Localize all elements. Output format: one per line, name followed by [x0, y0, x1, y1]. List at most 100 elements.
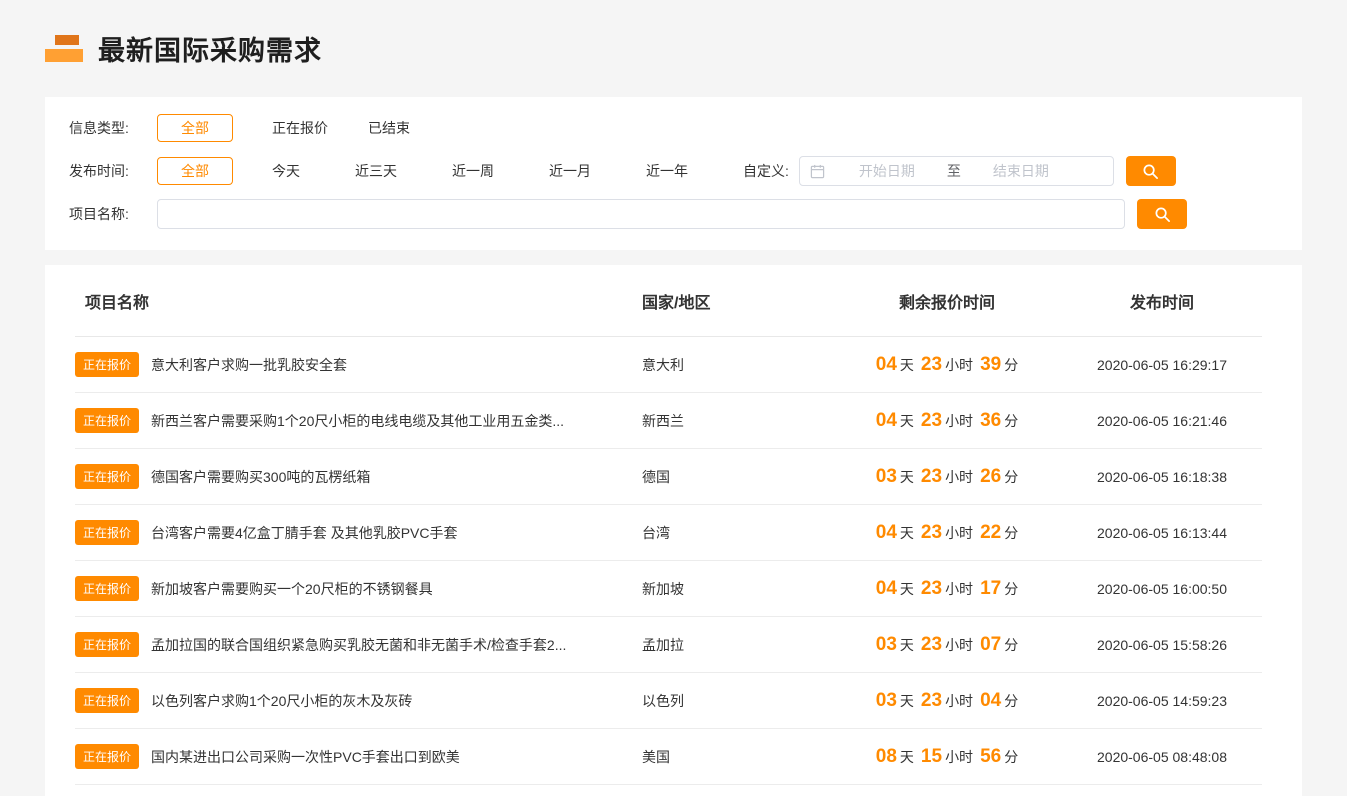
filter-panel: 信息类型: 全部 正在报价 已结束 发布时间: 全部 今天 近三天 近一周 近一…	[45, 97, 1302, 250]
publish-time-option-today[interactable]: 今天	[272, 161, 300, 181]
time-hours: 23	[921, 410, 942, 431]
row-country: 意大利	[642, 355, 832, 375]
row-country: 美国	[642, 747, 832, 767]
row-title[interactable]: 台湾客户需要4亿盒丁腈手套 及其他乳胶PVC手套	[151, 523, 457, 543]
table-row[interactable]: 正在报价 德国客户需要购买300吨的瓦楞纸箱 德国 03天23小时26分 202…	[75, 449, 1262, 505]
row-title[interactable]: 新加坡客户需要购买一个20尺柜的不锈钢餐具	[151, 579, 433, 599]
row-title[interactable]: 新西兰客户需要采购1个20尺小柜的电线电缆及其他工业用五金类...	[151, 411, 564, 431]
time-minutes: 07	[980, 634, 1001, 655]
info-type-label: 信息类型:	[69, 118, 157, 138]
status-badge: 正在报价	[75, 744, 139, 769]
time-minutes: 22	[980, 522, 1001, 543]
publish-time-option-year[interactable]: 近一年	[646, 161, 688, 181]
time-hours-unit: 小时	[945, 581, 973, 597]
column-header-remaining-time: 剩余报价时间	[832, 289, 1062, 313]
row-title[interactable]: 国内某进出口公司采购一次性PVC手套出口到欧美	[151, 747, 460, 767]
row-published: 2020-06-05 15:58:26	[1062, 637, 1262, 653]
row-title[interactable]: 以色列客户求购1个20尺小柜的灰木及灰砖	[151, 691, 412, 711]
time-minutes: 26	[980, 466, 1001, 487]
publish-time-option-all[interactable]: 全部	[157, 157, 233, 185]
table-row[interactable]: 正在报价 新西兰客户需要采购1个20尺小柜的电线电缆及其他工业用五金类... 新…	[75, 393, 1262, 449]
row-published: 2020-06-05 14:59:23	[1062, 693, 1262, 709]
row-remaining-time: 04天23小时17分	[832, 578, 1062, 600]
row-title[interactable]: 孟加拉国的联合国组织紧急购买乳胶无菌和非无菌手术/检查手套2...	[151, 635, 566, 655]
time-hours: 23	[921, 354, 942, 375]
time-minutes-unit: 分	[1004, 637, 1018, 653]
time-minutes-unit: 分	[1004, 693, 1018, 709]
row-title[interactable]: 德国客户需要购买300吨的瓦楞纸箱	[151, 467, 370, 487]
date-range-to-label: 至	[943, 161, 965, 181]
end-date-input[interactable]	[965, 162, 1077, 180]
publish-time-option-week[interactable]: 近一周	[452, 161, 494, 181]
time-days-unit: 天	[900, 749, 914, 765]
row-country: 新西兰	[642, 411, 832, 431]
column-header-project: 项目名称	[75, 289, 642, 313]
table-row[interactable]: 正在报价 台湾客户需要4亿盒丁腈手套 及其他乳胶PVC手套 台湾 04天 23小时…	[75, 505, 1262, 561]
time-days: 04	[876, 578, 897, 599]
time-days: 03	[876, 466, 897, 487]
time-minutes-unit: 分	[1004, 525, 1018, 541]
project-name-search-button[interactable]	[1137, 199, 1187, 229]
row-country: 台湾	[642, 523, 832, 543]
time-hours-unit: 小时	[945, 469, 973, 485]
publish-time-option-3days[interactable]: 近三天	[355, 161, 397, 181]
start-date-input[interactable]	[831, 162, 943, 180]
row-country: 德国	[642, 467, 832, 487]
row-country: 以色列	[642, 691, 832, 711]
time-hours: 23	[921, 522, 942, 543]
row-remaining-time: 04天 23小时 39分	[832, 354, 1062, 376]
time-hours-unit: 小时	[945, 693, 973, 709]
status-badge: 正在报价	[75, 520, 139, 545]
time-days: 04	[876, 354, 897, 375]
time-hours-unit: 小时	[945, 525, 973, 541]
time-days-unit: 天	[900, 525, 914, 541]
table-row[interactable]: 正在报价 国内某进出口公司采购一次性PVC手套出口到欧美 美国 08天15小时5…	[75, 729, 1262, 785]
info-type-option-all[interactable]: 全部	[157, 114, 233, 142]
time-minutes-unit: 分	[1004, 749, 1018, 765]
publish-time-label: 发布时间:	[69, 161, 157, 181]
status-badge: 正在报价	[75, 688, 139, 713]
date-range-input[interactable]: 至	[799, 156, 1114, 186]
time-minutes-unit: 分	[1004, 357, 1018, 373]
table-row[interactable]: 正在报价 孟加拉国的联合国组织紧急购买乳胶无菌和非无菌手术/检查手套2... 孟…	[75, 617, 1262, 673]
date-search-button[interactable]	[1126, 156, 1176, 186]
time-minutes-unit: 分	[1004, 413, 1018, 429]
time-days-unit: 天	[900, 357, 914, 373]
row-remaining-time: 08天15小时56分	[832, 746, 1062, 768]
custom-range-label: 自定义:	[743, 161, 789, 181]
time-hours-unit: 小时	[945, 357, 973, 373]
time-days: 08	[876, 746, 897, 767]
time-days: 04	[876, 522, 897, 543]
row-published: 2020-06-05 16:13:44	[1062, 525, 1262, 541]
time-minutes: 36	[980, 410, 1001, 431]
project-name-input[interactable]	[157, 199, 1125, 229]
time-days: 03	[876, 690, 897, 711]
time-minutes: 56	[980, 746, 1001, 767]
info-type-option-quoting[interactable]: 正在报价	[272, 118, 328, 138]
info-type-option-ended[interactable]: 已结束	[368, 118, 410, 138]
time-days-unit: 天	[900, 469, 914, 485]
publish-time-option-month[interactable]: 近一月	[549, 161, 591, 181]
row-title[interactable]: 意大利客户求购一批乳胶安全套	[151, 355, 347, 375]
table-header-row: 项目名称 国家/地区 剩余报价时间 发布时间	[75, 265, 1262, 337]
time-hours: 23	[921, 466, 942, 487]
page-header: 最新国际采购需求	[0, 0, 1347, 97]
calendar-icon	[810, 164, 825, 179]
time-days: 03	[876, 634, 897, 655]
time-hours-unit: 小时	[945, 413, 973, 429]
status-badge: 正在报价	[75, 408, 139, 433]
search-icon	[1142, 163, 1159, 180]
row-remaining-time: 04天 23小时 22分	[832, 522, 1062, 544]
time-minutes: 39	[980, 354, 1001, 375]
table-row[interactable]: 正在报价 新加坡客户需要购买一个20尺柜的不锈钢餐具 新加坡 04天23小时17…	[75, 561, 1262, 617]
row-remaining-time: 03天23小时04分	[832, 690, 1062, 712]
time-hours: 23	[921, 634, 942, 655]
row-country: 新加坡	[642, 579, 832, 599]
row-country: 孟加拉	[642, 635, 832, 655]
search-icon	[1154, 206, 1171, 223]
status-badge: 正在报价	[75, 352, 139, 377]
table-row[interactable]: 正在报价 以色列客户求购1个20尺小柜的灰木及灰砖 以色列 03天23小时04分…	[75, 673, 1262, 729]
table-row[interactable]: 正在报价 意大利客户求购一批乳胶安全套 意大利 04天23小时39分 2020-…	[75, 337, 1262, 393]
status-badge: 正在报价	[75, 464, 139, 489]
brand-logo-icon	[45, 35, 85, 62]
